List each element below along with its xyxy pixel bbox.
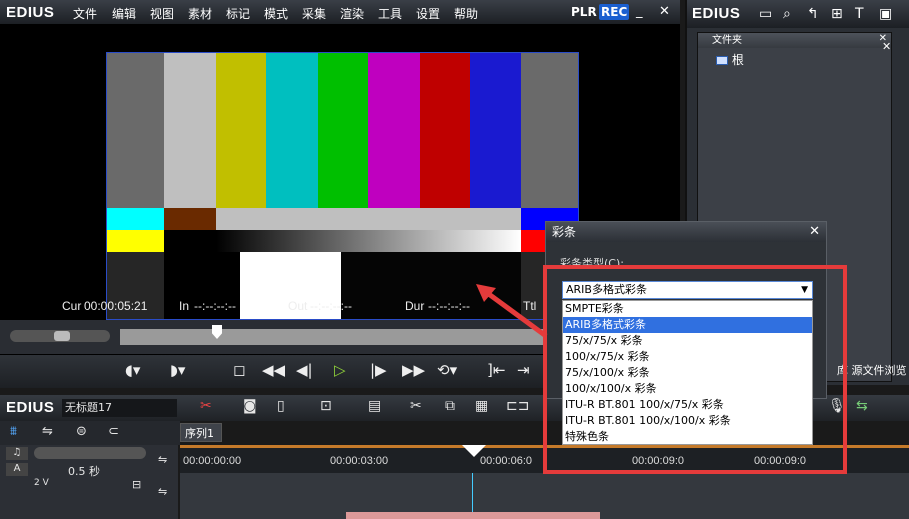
zoom-value[interactable]: 0.5 秒	[68, 463, 100, 479]
new-clip-icon[interactable]: ▣	[879, 6, 892, 22]
timeline-playhead[interactable]	[462, 445, 486, 457]
root-folder-label: 根	[731, 53, 744, 67]
close-icon[interactable]: ✕	[659, 4, 670, 19]
set-out-icon[interactable]: ◗▾	[170, 361, 185, 379]
add-clip-icon[interactable]: ⊞	[831, 6, 843, 22]
bin-toolbar: EDIUS ▭ ⌕ ↰ ⊞ T ▣	[687, 0, 909, 28]
dialog-title: 彩条	[546, 222, 826, 242]
menu-settings[interactable]: 设置	[416, 5, 440, 22]
in-timecode: --:--:--:--	[194, 299, 236, 313]
up-folder-icon[interactable]: ↰	[807, 6, 819, 22]
save-icon[interactable]: ▤	[368, 398, 381, 414]
track-sync-icon[interactable]: ⇋	[42, 424, 53, 439]
cut-tool-icon[interactable]: ✂	[200, 398, 212, 414]
export-icon[interactable]: ⇆	[856, 398, 868, 414]
insert-icon[interactable]: ]⇤	[487, 361, 505, 379]
tab-sequence1[interactable]: 序列1	[180, 423, 222, 442]
folder-icon[interactable]: ▭	[759, 6, 772, 22]
root-folder-item[interactable]: 根	[716, 51, 744, 68]
track-area[interactable]	[180, 473, 909, 519]
scissors-icon[interactable]: ✂	[410, 398, 422, 414]
zoom-slider[interactable]	[34, 447, 146, 459]
step-back-icon[interactable]: ◀|	[296, 361, 313, 379]
rec-badge[interactable]: REC	[599, 4, 630, 20]
menu-render[interactable]: 渲染	[340, 5, 364, 22]
track-tools: ⩩ ⇋ ⊜ ⊂	[0, 421, 180, 445]
loop-icon[interactable]: ⟲▾	[437, 361, 457, 379]
menu-mode[interactable]: 模式	[264, 5, 288, 22]
close-icon[interactable]: ✕	[882, 40, 891, 53]
main-menubar: EDIUS 文件 编辑 视图 素材 标记 模式 采集 渲染 工具 设置 帮助 P…	[0, 0, 680, 25]
ripple-icon[interactable]: ⊏⊐	[506, 398, 529, 414]
menu-file[interactable]: 文件	[73, 5, 97, 22]
folder-pane-title: 文件夹	[698, 33, 891, 48]
dur-label: Dur	[405, 299, 425, 313]
menu-view[interactable]: 视图	[150, 5, 174, 22]
set-in-icon[interactable]: ◖▾	[125, 361, 140, 379]
menu-marker[interactable]: 标记	[226, 5, 250, 22]
track-a-icon[interactable]: A	[6, 463, 28, 476]
dur-timecode: --:--:--:--	[428, 299, 470, 313]
dialog-close-icon[interactable]: ✕	[809, 224, 820, 239]
stop-icon[interactable]: ◻	[233, 361, 245, 379]
annotation-highlight-box	[543, 265, 847, 474]
menu-capture[interactable]: 采集	[302, 5, 326, 22]
track-lock-icon[interactable]: ♫	[6, 447, 28, 460]
clip-strip[interactable]	[346, 512, 600, 519]
project-title[interactable]: 无标题17	[62, 399, 177, 417]
ruler-label: 00:00:03:00	[330, 455, 389, 467]
cur-timecode: 00:00:05:21	[84, 299, 148, 313]
shuttle-handle[interactable]	[54, 331, 70, 341]
out-timecode: --:--:--:--	[310, 299, 352, 313]
open-icon[interactable]: ⊡	[320, 398, 332, 414]
paste-icon[interactable]: ▦	[475, 398, 488, 414]
menu-help[interactable]: 帮助	[454, 5, 478, 22]
menu-tools[interactable]: 工具	[378, 5, 402, 22]
shuttle-slider[interactable]	[10, 330, 110, 342]
overwrite-icon[interactable]: ⇥	[517, 361, 530, 379]
track-marker-icon[interactable]: ⊂	[108, 424, 119, 439]
track-name: 2 V	[34, 478, 49, 488]
track-expand2-icon[interactable]: ⇋	[158, 485, 167, 498]
fast-forward-icon[interactable]: ▶▶	[402, 361, 425, 379]
ruler-label: 00:00:00:00	[183, 455, 242, 467]
minimize-icon[interactable]: _	[636, 4, 643, 19]
app-brand: EDIUS	[6, 4, 55, 21]
annotation-arrow	[476, 284, 548, 339]
track-link-icon[interactable]: ⩩	[10, 424, 17, 439]
track-clip-icon[interactable]: ⊜	[76, 424, 87, 439]
rewind-icon[interactable]: ◀◀	[262, 361, 285, 379]
play-icon[interactable]: ▷	[334, 361, 346, 379]
in-label: In	[179, 299, 190, 313]
camera-icon[interactable]: ◙	[243, 398, 257, 414]
plr-label[interactable]: PLR	[571, 5, 597, 19]
new-file-icon[interactable]: ▯	[277, 398, 285, 414]
menu-edit[interactable]: 编辑	[112, 5, 136, 22]
track-header: ♫ A 0.5 秒 2 V ⊟ ⇋ ⇋	[0, 445, 178, 519]
ruler-label: 00:00:06:0	[480, 455, 532, 467]
bin-brand: EDIUS	[692, 5, 741, 22]
title-icon[interactable]: T	[855, 6, 864, 22]
search-icon[interactable]: ⌕	[783, 6, 791, 22]
folder-icon	[716, 56, 728, 65]
timeline-brand: EDIUS	[6, 399, 55, 416]
track-expand-icon[interactable]: ⇋	[158, 453, 167, 466]
menu-clip[interactable]: 素材	[188, 5, 212, 22]
cur-label: Cur	[62, 299, 82, 313]
out-label: Out	[288, 299, 308, 313]
playhead-handle[interactable]	[212, 325, 222, 339]
copy-icon[interactable]: ⧉	[445, 398, 455, 414]
track-toggle-icon[interactable]: ⊟	[132, 478, 141, 491]
step-forward-icon[interactable]: |▶	[370, 361, 387, 379]
bin-tabs[interactable]: 库 源文件浏览	[837, 362, 907, 378]
